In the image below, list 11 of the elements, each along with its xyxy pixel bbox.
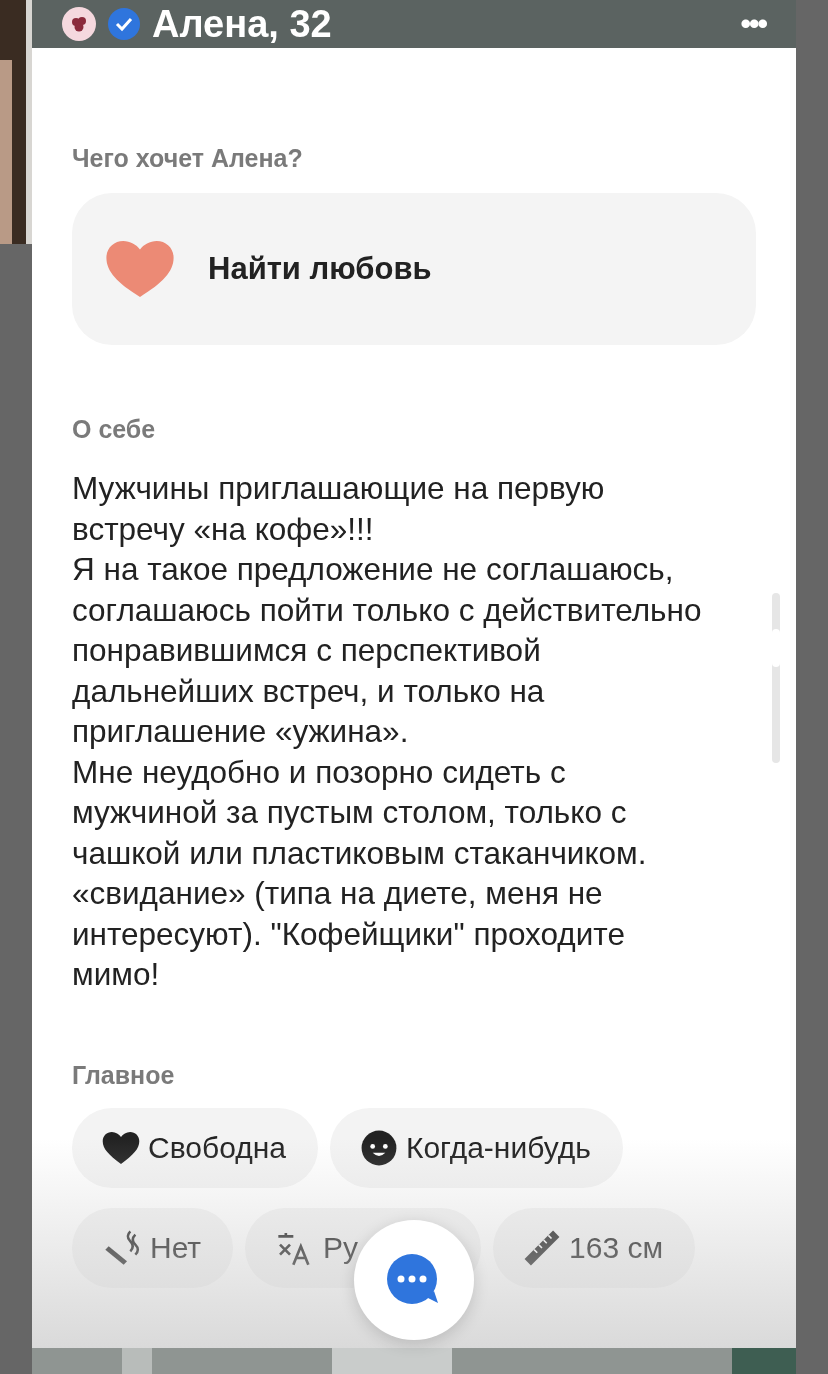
profile-name: Алена, 32 [152, 5, 332, 43]
bio-text: Мужчины приглашающие на первую встречу «на кофе»!!! Я на такое предложение не соглашаюсь, соглашаюсь пойти только с действительно понравившимся с перспективой дальнейших встреч, и только на приглашение «ужина». Мне неудобно и позорно сидеть с мужчиной за пустым столом, только с чашкой или пластиковым стаканчиком. «свидание» (типа на диете, меня не интересуют). "Кофейщики" проходите мимо! [72, 469, 703, 994]
section-title: О себе [72, 417, 157, 442]
info-chip: Когда-нибудь [329, 1107, 623, 1188]
section-title: Главное [72, 1062, 176, 1088]
more-button[interactable]: ••• [740, 9, 766, 39]
section-title: Чего хочет Алена? [72, 146, 304, 171]
info-chip: Нет [72, 1207, 234, 1288]
info-chip: 163 см [493, 1207, 696, 1288]
goal-text: Найти любовь [208, 249, 432, 288]
info-chip: Свободна [72, 1107, 318, 1188]
